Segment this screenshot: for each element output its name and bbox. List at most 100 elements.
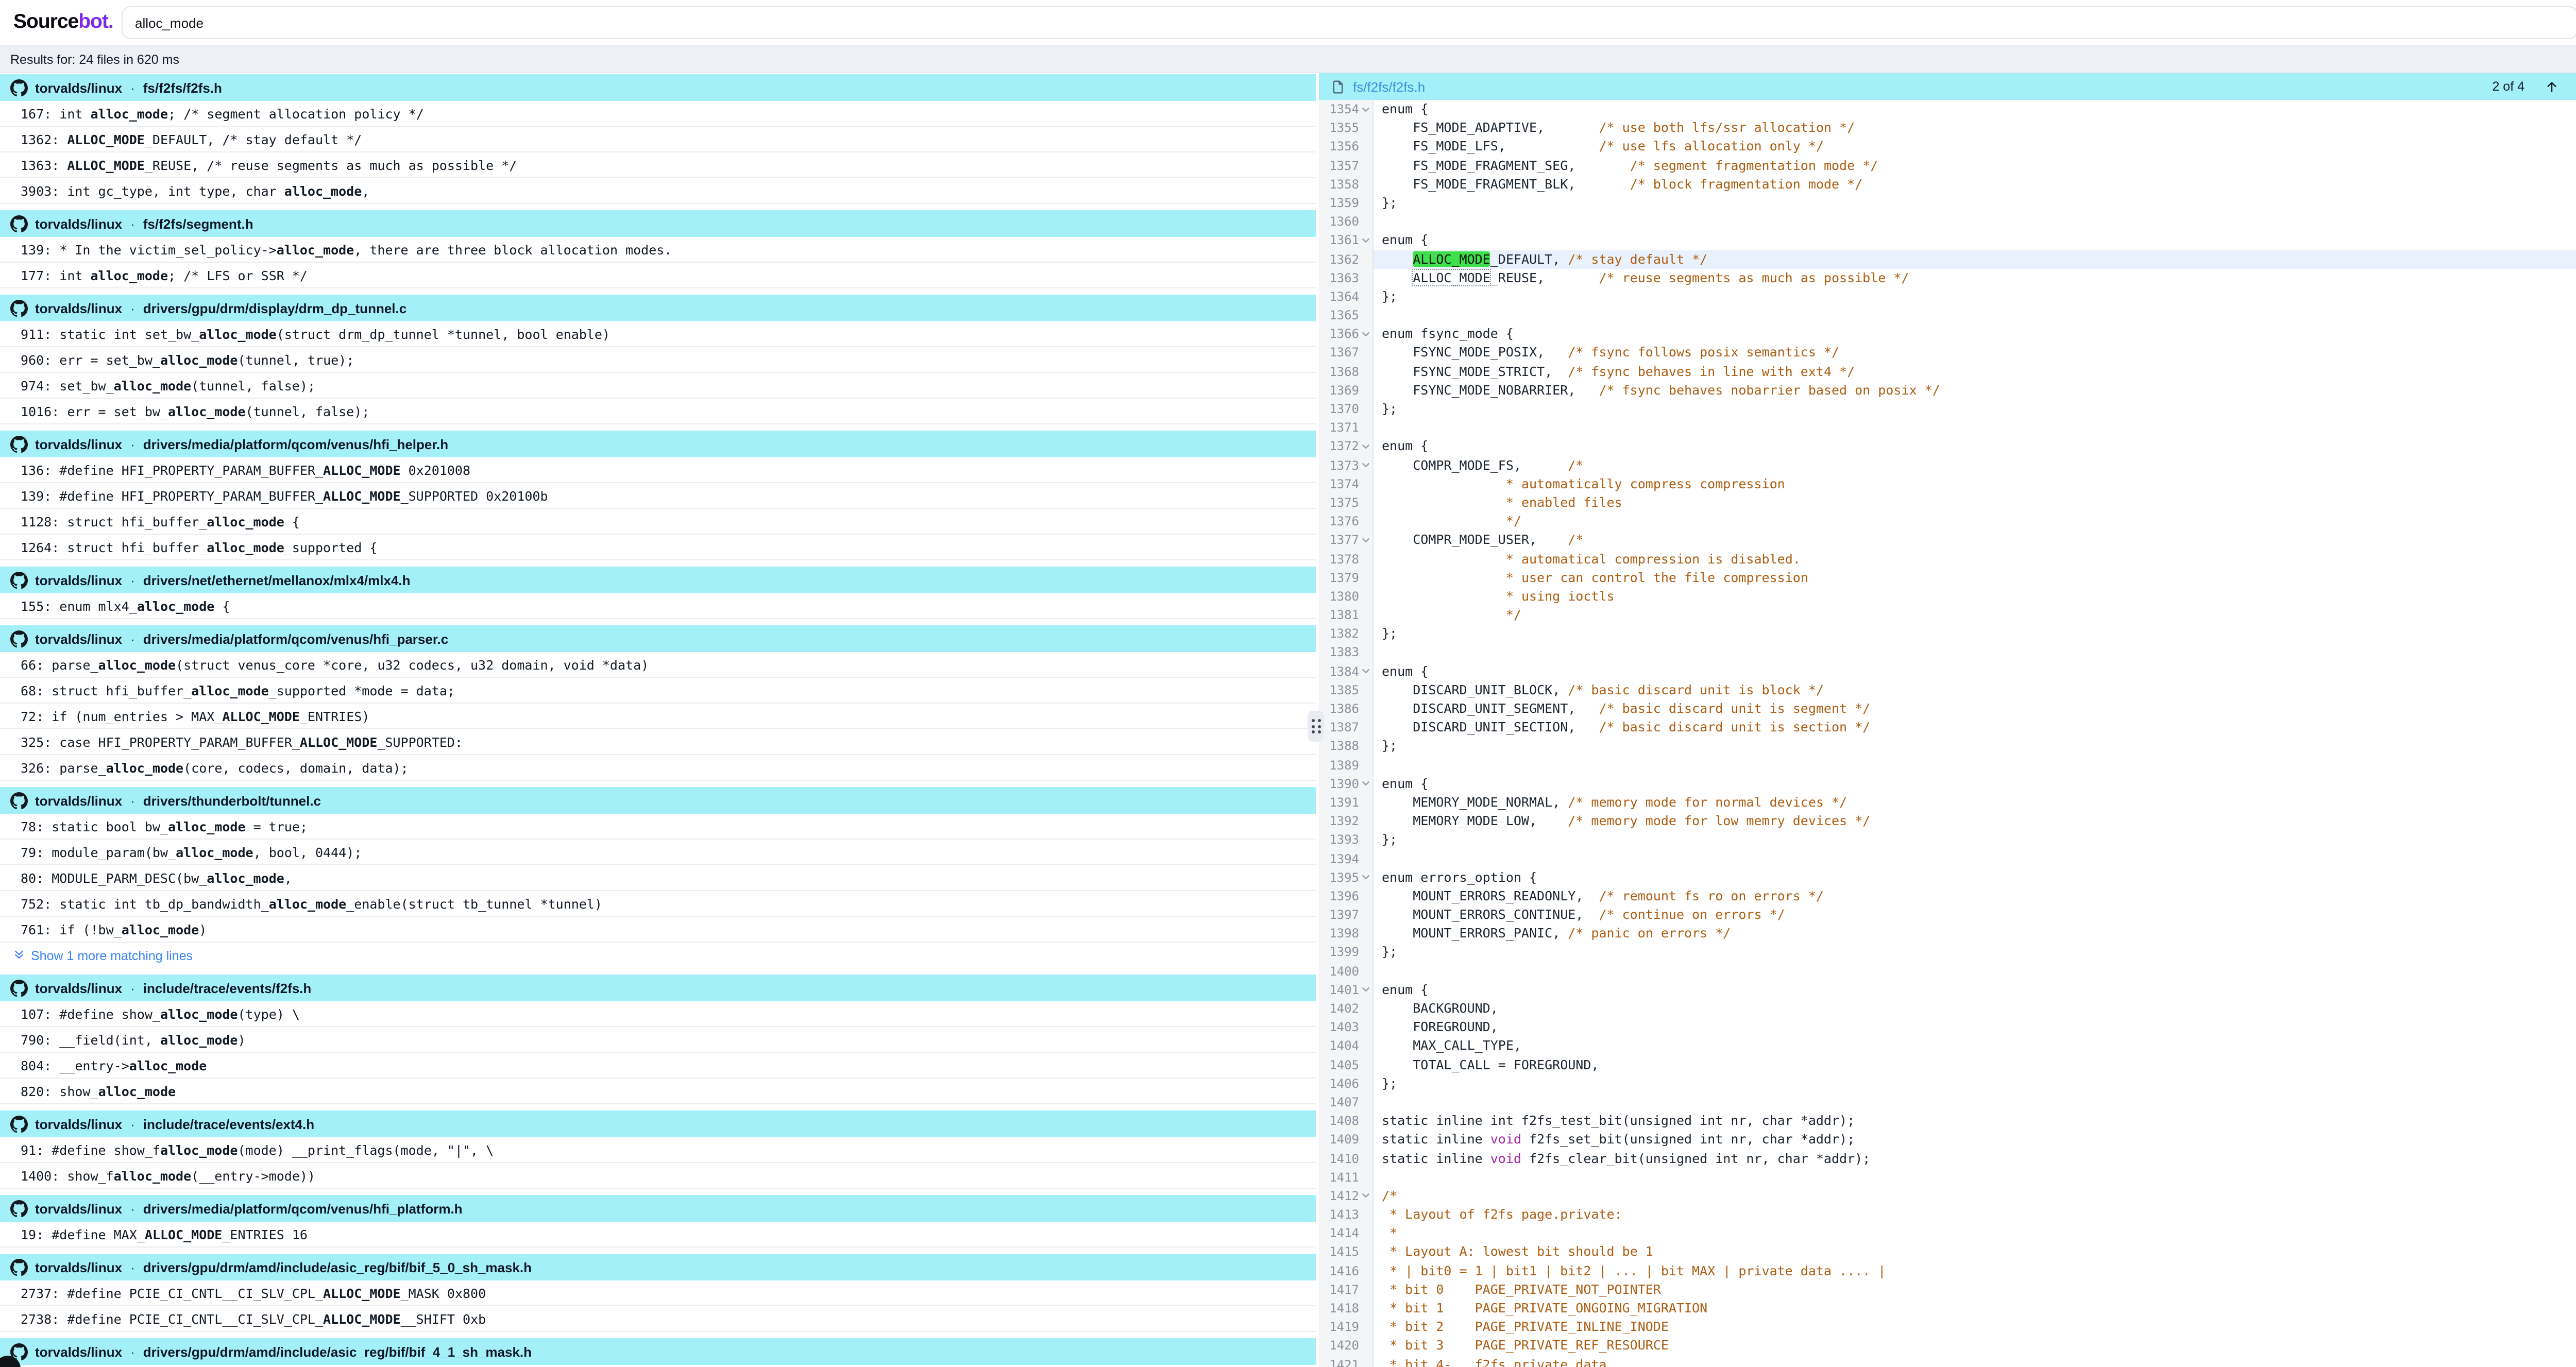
result-file-header[interactable]: torvalds/linux·drivers/thunderbolt/tunne… (0, 787, 1316, 814)
code-line[interactable]: 1385 DISCARD_UNIT_BLOCK, /* basic discar… (1319, 681, 2576, 699)
code-line[interactable]: 1389 (1319, 756, 2576, 774)
code-line[interactable]: 1360 (1319, 212, 2576, 231)
result-file-header[interactable]: torvalds/linux·drivers/gpu/drm/amd/inclu… (0, 1254, 1316, 1280)
code-line[interactable]: 1404 MAX_CALL_TYPE, (1319, 1037, 2576, 1055)
fold-chevron-icon[interactable] (1359, 460, 1372, 470)
match-line[interactable]: 1400: show_falloc_mode(__entry->mode)) (0, 1163, 1316, 1189)
code-line[interactable]: 1368 FSYNC_MODE_STRICT, /* fsync behaves… (1319, 362, 2576, 381)
fold-chevron-icon[interactable] (1359, 985, 1372, 995)
code-line[interactable]: 1414 * (1319, 1224, 2576, 1243)
code-line[interactable]: 1357 FS_MODE_FRAGMENT_SEG, /* segment fr… (1319, 156, 2576, 175)
code-line[interactable]: 1383 (1319, 643, 2576, 662)
code-line[interactable]: 1369 FSYNC_MODE_NOBARRIER, /* fsync beha… (1319, 381, 2576, 400)
app-logo[interactable]: Sourcebot. (13, 10, 113, 34)
code-line[interactable]: 1390enum { (1319, 775, 2576, 793)
code-line[interactable]: 1405 TOTAL_CALL = FOREGROUND, (1319, 1055, 2576, 1074)
result-file-header[interactable]: torvalds/linux·fs/f2fs/f2fs.h (0, 74, 1316, 101)
match-line[interactable]: 804: __entry->alloc_mode (0, 1053, 1316, 1079)
match-line[interactable]: 139: #define HFI_PROPERTY_PARAM_BUFFER_A… (0, 483, 1316, 509)
code-line[interactable]: 1384enum { (1319, 662, 2576, 680)
result-file-header[interactable]: torvalds/linux·drivers/gpu/drm/amd/inclu… (0, 1338, 1316, 1365)
code-line[interactable]: 1397 MOUNT_ERRORS_CONTINUE, /* continue … (1319, 905, 2576, 924)
code-line[interactable]: 1377 COMPR_MODE_USER, /* (1319, 531, 2576, 550)
match-line[interactable]: 177: int alloc_mode; /* LFS or SSR */ (0, 263, 1316, 288)
code-line[interactable]: 1370}; (1319, 400, 2576, 418)
match-line[interactable]: 2451: #define PCIE_CI_CNTL__CI_SLV_CPL_A… (0, 1365, 1316, 1367)
match-line[interactable]: 136: #define HFI_PROPERTY_PARAM_BUFFER_A… (0, 457, 1316, 483)
result-file-header[interactable]: torvalds/linux·drivers/media/platform/qc… (0, 625, 1316, 652)
match-line[interactable]: 167: int alloc_mode; /* segment allocati… (0, 101, 1316, 127)
code-line[interactable]: 1376 */ (1319, 512, 2576, 531)
fold-chevron-icon[interactable] (1359, 105, 1372, 114)
code-line[interactable]: 1398 MOUNT_ERRORS_PANIC, /* panic on err… (1319, 925, 2576, 943)
match-line[interactable]: 107: #define show_alloc_mode(type) \ (0, 1001, 1316, 1027)
code-line[interactable]: 1417 * bit 0 PAGE_PRIVATE_NOT_POINTER (1319, 1280, 2576, 1299)
match-line[interactable]: 2738: #define PCIE_CI_CNTL__CI_SLV_CPL_A… (0, 1306, 1316, 1332)
match-line[interactable]: 960: err = set_bw_alloc_mode(tunnel, tru… (0, 347, 1316, 373)
code-line[interactable]: 1407 (1319, 1093, 2576, 1112)
code-line[interactable]: 1356 FS_MODE_LFS, /* use lfs allocation … (1319, 138, 2576, 156)
code-line[interactable]: 1380 * using ioctls (1319, 587, 2576, 606)
code-line[interactable]: 1409static inline void f2fs_set_bit(unsi… (1319, 1131, 2576, 1149)
code-line[interactable]: 1364}; (1319, 287, 2576, 306)
code-line[interactable]: 1354enum { (1319, 100, 2576, 118)
code-line[interactable]: 1363 ALLOC_MODE_REUSE, /* reuse segments… (1319, 268, 2576, 287)
match-line[interactable]: 155: enum mlx4_alloc_mode { (0, 593, 1316, 619)
match-line[interactable]: 790: __field(int, alloc_mode) (0, 1027, 1316, 1053)
code-line[interactable]: 1399}; (1319, 943, 2576, 962)
match-line[interactable]: 19: #define MAX_ALLOC_MODE_ENTRIES 16 (0, 1222, 1316, 1248)
match-line[interactable]: 3903: int gc_type, int type, char alloc_… (0, 178, 1316, 204)
code-line[interactable]: 1386 DISCARD_UNIT_SEGMENT, /* basic disc… (1319, 699, 2576, 718)
code-line[interactable]: 1418 * bit 1 PAGE_PRIVATE_ONGOING_MIGRAT… (1319, 1299, 2576, 1318)
code-line[interactable]: 1361enum { (1319, 231, 2576, 250)
result-file-header[interactable]: torvalds/linux·drivers/gpu/drm/display/d… (0, 295, 1316, 321)
code-line[interactable]: 1358 FS_MODE_FRAGMENT_BLK, /* block frag… (1319, 175, 2576, 194)
match-line[interactable]: 78: static bool bw_alloc_mode = true; (0, 814, 1316, 840)
code-line[interactable]: 1382}; (1319, 625, 2576, 643)
code-line[interactable]: 1374 * automatically compress compressio… (1319, 475, 2576, 493)
code-line[interactable]: 1378 * automatical compression is disabl… (1319, 550, 2576, 568)
fold-chevron-icon[interactable] (1359, 442, 1372, 451)
code-line[interactable]: 1393}; (1319, 831, 2576, 849)
match-line[interactable]: 326: parse_alloc_mode(core, codecs, doma… (0, 755, 1316, 781)
code-line[interactable]: 1421 * bit 4- f2fs private data (1319, 1355, 2576, 1367)
match-line[interactable]: 139: * In the victim_sel_policy->alloc_m… (0, 237, 1316, 263)
code-line[interactable]: 1402 BACKGROUND, (1319, 999, 2576, 1018)
result-file-header[interactable]: torvalds/linux·drivers/media/platform/qc… (0, 431, 1316, 457)
match-line[interactable]: 325: case HFI_PROPERTY_PARAM_BUFFER_ALLO… (0, 729, 1316, 755)
match-line[interactable]: 911: static int set_bw_alloc_mode(struct… (0, 321, 1316, 347)
match-line[interactable]: 1363: ALLOC_MODE_REUSE, /* reuse segment… (0, 152, 1316, 178)
match-line[interactable]: 761: if (!bw_alloc_mode) (0, 917, 1316, 943)
code-line[interactable]: 1367 FSYNC_MODE_POSIX, /* fsync follows … (1319, 344, 2576, 362)
match-line[interactable]: 820: show_alloc_mode (0, 1079, 1316, 1104)
code-line[interactable]: 1413 * Layout of f2fs page.private: (1319, 1205, 2576, 1224)
fold-chevron-icon[interactable] (1359, 1191, 1372, 1201)
fold-chevron-icon[interactable] (1359, 330, 1372, 339)
result-file-header[interactable]: torvalds/linux·fs/f2fs/segment.h (0, 210, 1316, 237)
result-file-header[interactable]: torvalds/linux·drivers/media/platform/qc… (0, 1195, 1316, 1222)
result-file-header[interactable]: torvalds/linux·include/trace/events/ext4… (0, 1110, 1316, 1137)
result-file-header[interactable]: torvalds/linux·include/trace/events/f2fs… (0, 975, 1316, 1001)
match-line[interactable]: 72: if (num_entries > MAX_ALLOC_MODE_ENT… (0, 704, 1316, 729)
code-line[interactable]: 1401enum { (1319, 981, 2576, 999)
code-line[interactable]: 1406}; (1319, 1074, 2576, 1093)
code-line[interactable]: 1391 MEMORY_MODE_NORMAL, /* memory mode … (1319, 793, 2576, 812)
code-line[interactable]: 1419 * bit 2 PAGE_PRIVATE_INLINE_INODE (1319, 1318, 2576, 1336)
code-line[interactable]: 1392 MEMORY_MODE_LOW, /* memory mode for… (1319, 812, 2576, 830)
show-more-link[interactable]: Show 1 more matching lines (0, 943, 1316, 968)
fold-chevron-icon[interactable] (1359, 779, 1372, 789)
code-line[interactable]: 1412/* (1319, 1187, 2576, 1205)
search-input[interactable] (122, 6, 2576, 39)
match-line[interactable]: 1016: err = set_bw_alloc_mode(tunnel, fa… (0, 399, 1316, 424)
code-line[interactable]: 1381 */ (1319, 606, 2576, 624)
code-line[interactable]: 1362 ALLOC_MODE_DEFAULT, /* stay default… (1319, 250, 2576, 268)
code-line[interactable]: 1416 * | bit0 = 1 | bit1 | bit2 | ... | … (1319, 1261, 2576, 1280)
result-file-header[interactable]: torvalds/linux·drivers/net/ethernet/mell… (0, 567, 1316, 593)
match-line[interactable]: 91: #define show_falloc_mode(mode) __pri… (0, 1137, 1316, 1163)
match-line[interactable]: 1362: ALLOC_MODE_DEFAULT, /* stay defaul… (0, 127, 1316, 152)
fold-chevron-icon[interactable] (1359, 236, 1372, 245)
fold-chevron-icon[interactable] (1359, 667, 1372, 676)
fold-chevron-icon[interactable] (1359, 873, 1372, 882)
match-line[interactable]: 66: parse_alloc_mode(struct venus_core *… (0, 652, 1316, 678)
code-line[interactable]: 1420 * bit 3 PAGE_PRIVATE_REF_RESOURCE (1319, 1337, 2576, 1355)
